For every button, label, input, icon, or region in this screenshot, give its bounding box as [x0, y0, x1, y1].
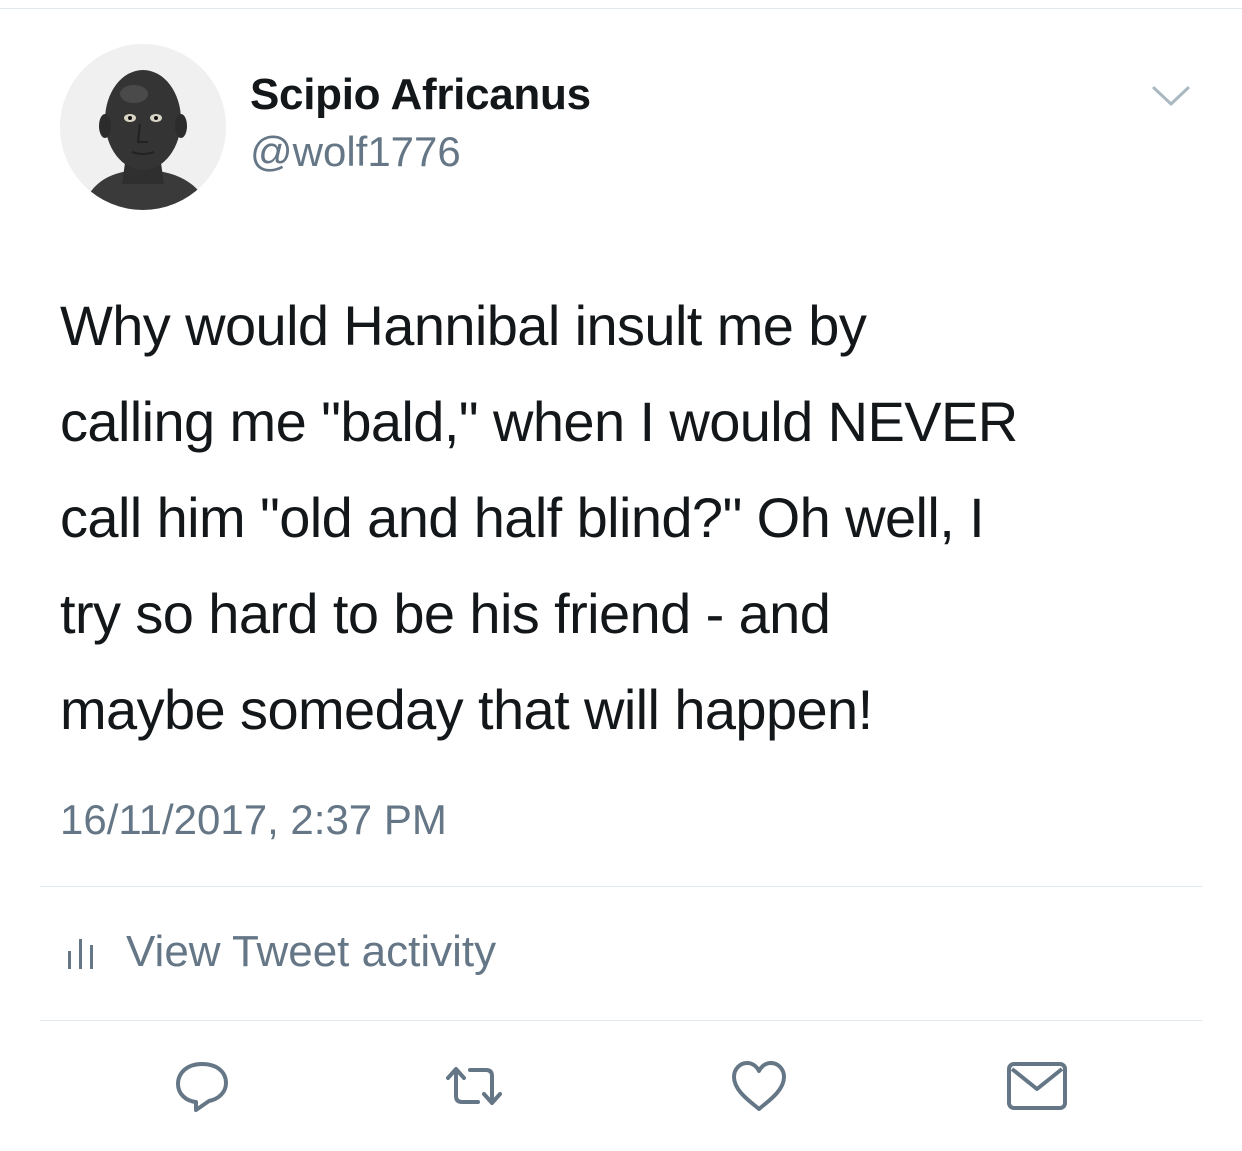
view-tweet-activity-link[interactable]: View Tweet activity	[66, 924, 496, 980]
tweet-menu-button[interactable]	[1150, 80, 1192, 110]
divider	[40, 886, 1202, 887]
retweet-button[interactable]	[442, 1054, 506, 1118]
heart-icon	[732, 1061, 786, 1111]
chevron-down-icon	[1152, 86, 1190, 106]
reply-button[interactable]	[170, 1054, 234, 1118]
author-name[interactable]: Scipio Africanus	[250, 70, 591, 120]
avatar[interactable]	[60, 44, 226, 210]
top-divider	[0, 8, 1242, 9]
tweet-text-line: call him "old and half blind?" Oh well, …	[60, 486, 985, 549]
direct-message-button[interactable]	[1005, 1054, 1069, 1118]
like-button[interactable]	[727, 1054, 791, 1118]
retweet-icon	[446, 1067, 502, 1105]
author-handle[interactable]: @wolf1776	[250, 128, 461, 176]
bar-chart-icon	[68, 939, 93, 969]
tweet-text: Why would Hannibal insult me by calling …	[60, 278, 1200, 758]
view-tweet-activity-label: View Tweet activity	[126, 927, 497, 976]
divider	[40, 1020, 1202, 1021]
bronze-bust-avatar	[60, 44, 226, 210]
envelope-icon	[1007, 1062, 1067, 1110]
reply-icon	[176, 1062, 228, 1112]
tweet-text-line: calling me "bald," when I would NEVER	[60, 390, 1018, 453]
tweet-text-line: Why would Hannibal insult me by	[60, 294, 867, 357]
tweet-text-line: try so hard to be his friend - and	[60, 582, 831, 645]
tweet-timestamp[interactable]: 16/11/2017, 2:37 PM	[60, 796, 447, 844]
tweet-text-line: maybe someday that will happen!	[60, 678, 873, 741]
